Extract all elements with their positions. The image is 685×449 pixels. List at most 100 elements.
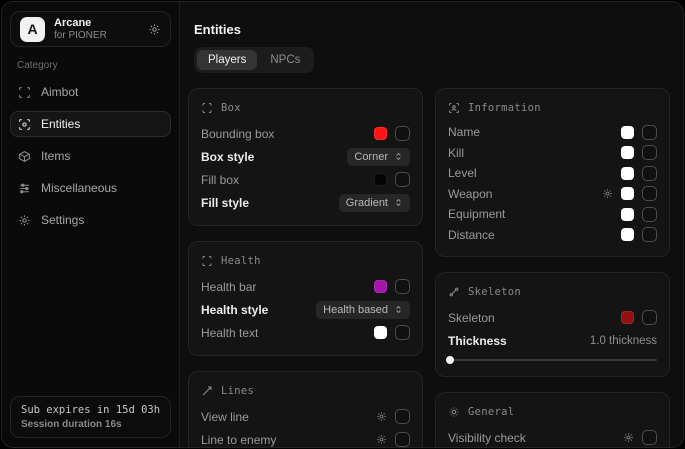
sidebar: A Arcane for PIONER Category Aimbot (2, 2, 180, 447)
checkbox[interactable] (395, 126, 410, 141)
panel-columns: Box Bounding box Box style Corner (188, 88, 670, 448)
row-label: Bounding box (201, 127, 274, 141)
chevrons-up-down-icon (394, 152, 403, 161)
checkbox[interactable] (395, 279, 410, 294)
page-title: Entities (194, 22, 670, 37)
app-logo: A (20, 17, 45, 42)
panel-title: Health (221, 255, 261, 267)
subscription-card: Sub expires in 15d 03h Session duration … (10, 396, 171, 438)
panel-health: Health Health bar Health style Health ba… (188, 241, 423, 356)
panel-title: Skeleton (468, 286, 521, 298)
row-health-bar: Health bar (201, 275, 410, 298)
panel-title: General (468, 406, 514, 418)
row-box-style: Box style Corner (201, 145, 410, 168)
color-swatch[interactable] (621, 146, 634, 159)
checkbox[interactable] (642, 207, 657, 222)
sidebar-item-settings[interactable]: Settings (10, 207, 171, 233)
color-swatch[interactable] (374, 127, 387, 140)
sidebar-item-miscellaneous[interactable]: Miscellaneous (10, 175, 171, 201)
row-bounding-box: Bounding box (201, 122, 410, 145)
dropdown-value: Gradient (346, 197, 388, 209)
color-swatch[interactable] (621, 187, 634, 200)
checkbox[interactable] (642, 145, 657, 160)
checkbox[interactable] (642, 166, 657, 181)
checkbox[interactable] (395, 432, 410, 447)
slider-thumb[interactable] (446, 356, 454, 364)
panel-health-header: Health (201, 251, 410, 271)
row-skeleton: Skeleton (448, 306, 657, 329)
sidebar-item-label: Settings (41, 213, 84, 227)
gear-icon[interactable] (376, 411, 387, 422)
sidebar-nav: Aimbot Entities Items Miscellaneous (10, 79, 171, 233)
gear-icon[interactable] (602, 188, 613, 199)
row-distance: Distance (448, 225, 657, 246)
color-swatch[interactable] (621, 126, 634, 139)
scan-icon (18, 86, 31, 99)
sidebar-item-label: Items (41, 149, 70, 163)
main-content: Entities Players NPCs Box Bounding box (180, 2, 683, 447)
app-title: Arcane (54, 17, 139, 30)
color-swatch[interactable] (621, 311, 634, 324)
box-style-dropdown[interactable]: Corner (347, 148, 410, 166)
health-style-dropdown[interactable]: Health based (316, 301, 410, 319)
color-swatch[interactable] (621, 167, 634, 180)
row-label: Visibility check (448, 431, 526, 445)
sidebar-item-label: Entities (41, 117, 80, 131)
thickness-slider[interactable] (448, 355, 657, 365)
app-window: A Arcane for PIONER Category Aimbot (1, 1, 684, 448)
checkbox[interactable] (395, 409, 410, 424)
sun-icon (448, 406, 460, 418)
panel-lines-header: Lines (201, 381, 410, 401)
pencil-line-icon (201, 385, 213, 397)
app-subtitle: for PIONER (54, 30, 139, 42)
person-scan-icon (448, 102, 460, 114)
checkbox[interactable] (395, 325, 410, 340)
bone-icon (448, 286, 460, 298)
brackets-icon (201, 255, 213, 267)
row-label: Box style (201, 150, 254, 164)
checkbox[interactable] (642, 310, 657, 325)
row-label: Skeleton (448, 311, 495, 325)
thickness-value: 1.0 thickness (590, 335, 657, 347)
chevrons-up-down-icon (394, 305, 403, 314)
color-swatch[interactable] (374, 280, 387, 293)
color-swatch[interactable] (621, 208, 634, 221)
slider-fill (448, 359, 450, 361)
session-duration: Session duration 16s (21, 419, 160, 430)
category-label: Category (17, 60, 171, 71)
panel-box: Box Bounding box Box style Corner (188, 88, 423, 226)
row-label: Thickness (448, 334, 507, 348)
tab-npcs[interactable]: NPCs (259, 50, 311, 70)
color-swatch[interactable] (374, 326, 387, 339)
row-label: Distance (448, 228, 495, 242)
checkbox[interactable] (642, 125, 657, 140)
subscription-expiry: Sub expires in 15d 03h (21, 404, 160, 416)
panel-skeleton-header: Skeleton (448, 282, 657, 302)
checkbox[interactable] (642, 186, 657, 201)
gear-icon[interactable] (376, 434, 387, 445)
color-swatch[interactable] (374, 173, 387, 186)
row-label: Health text (201, 326, 258, 340)
sidebar-item-aimbot[interactable]: Aimbot (10, 79, 171, 105)
panel-information-header: Information (448, 98, 657, 118)
color-swatch[interactable] (621, 228, 634, 241)
panel-title: Lines (221, 385, 254, 397)
checkbox[interactable] (395, 172, 410, 187)
row-line-to-enemy: Line to enemy (201, 428, 410, 448)
gear-icon (18, 214, 31, 227)
logo-text: Arcane for PIONER (54, 17, 139, 41)
checkbox[interactable] (642, 430, 657, 445)
panel-general-header: General (448, 402, 657, 422)
row-label: Fill box (201, 173, 239, 187)
tab-players[interactable]: Players (197, 50, 257, 70)
tab-bar: Players NPCs (194, 47, 314, 73)
checkbox[interactable] (642, 227, 657, 242)
gear-icon[interactable] (148, 23, 161, 36)
sidebar-item-entities[interactable]: Entities (10, 111, 171, 137)
fill-style-dropdown[interactable]: Gradient (339, 194, 410, 212)
row-fill-box: Fill box (201, 168, 410, 191)
row-label: Weapon (448, 187, 492, 201)
sidebar-item-items[interactable]: Items (10, 143, 171, 169)
panel-general: General Visibility check Max distance (435, 392, 670, 448)
gear-icon[interactable] (623, 432, 634, 443)
